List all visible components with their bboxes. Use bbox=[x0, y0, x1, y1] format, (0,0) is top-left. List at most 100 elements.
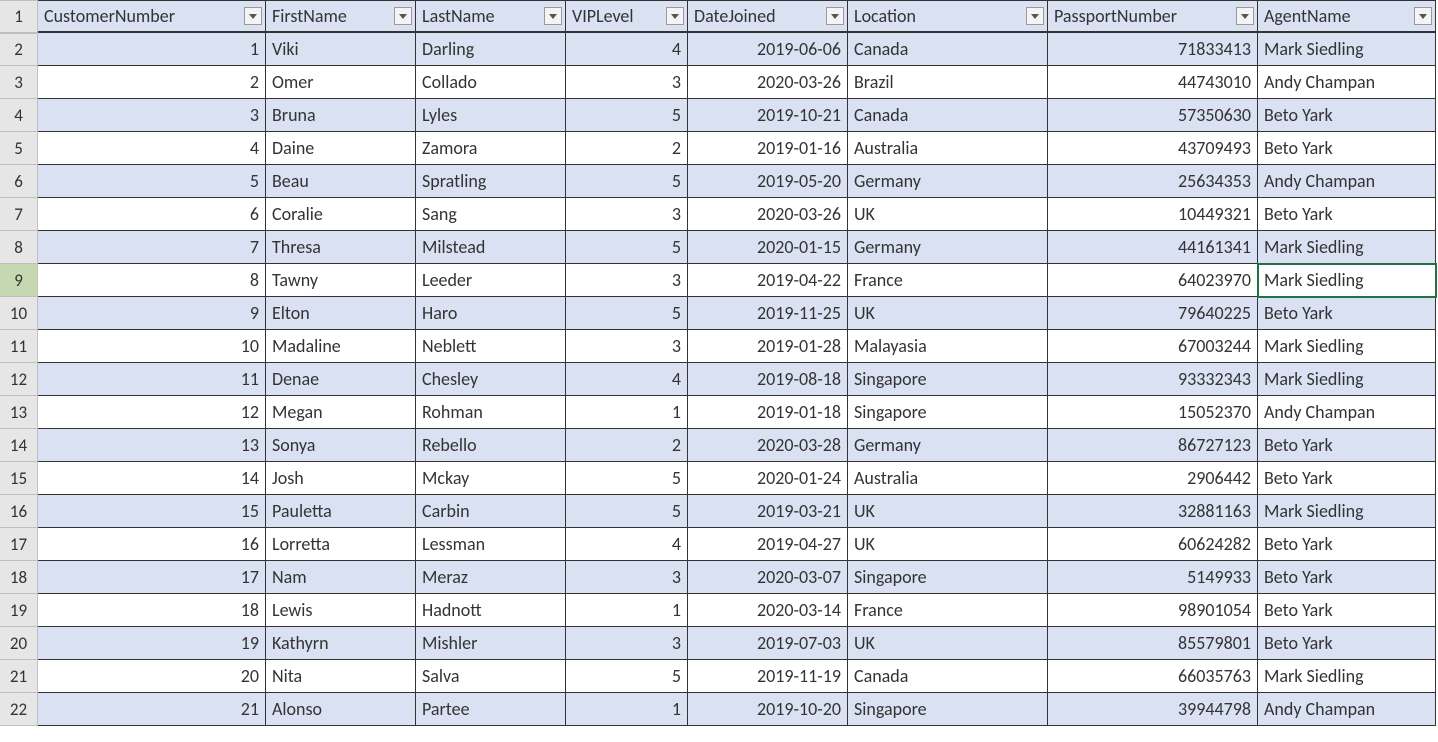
cell-date-joined[interactable]: 2019-11-19 bbox=[688, 660, 848, 693]
cell-agent-name[interactable]: Mark Siedling bbox=[1258, 495, 1436, 528]
row-number[interactable]: 2 bbox=[0, 33, 38, 66]
row-number[interactable]: 20 bbox=[0, 627, 38, 660]
cell-passport-number[interactable]: 2906442 bbox=[1048, 462, 1258, 495]
cell-vip-level[interactable]: 5 bbox=[566, 231, 688, 264]
row-number[interactable]: 9 bbox=[0, 264, 38, 297]
cell-location[interactable]: Germany bbox=[848, 165, 1048, 198]
cell-last-name[interactable]: Haro bbox=[416, 297, 566, 330]
cell-customer-number[interactable]: 5 bbox=[38, 165, 266, 198]
cell-vip-level[interactable]: 2 bbox=[566, 132, 688, 165]
cell-customer-number[interactable]: 15 bbox=[38, 495, 266, 528]
cell-customer-number[interactable]: 4 bbox=[38, 132, 266, 165]
cell-location[interactable]: UK bbox=[848, 198, 1048, 231]
cell-location[interactable]: Singapore bbox=[848, 693, 1048, 726]
cell-last-name[interactable]: Rohman bbox=[416, 396, 566, 429]
cell-first-name[interactable]: Omer bbox=[266, 66, 416, 99]
cell-date-joined[interactable]: 2020-01-15 bbox=[688, 231, 848, 264]
cell-customer-number[interactable]: 17 bbox=[38, 561, 266, 594]
row-number[interactable]: 15 bbox=[0, 462, 38, 495]
cell-first-name[interactable]: Denae bbox=[266, 363, 416, 396]
cell-date-joined[interactable]: 2020-03-07 bbox=[688, 561, 848, 594]
header-customer-number[interactable]: CustomerNumber bbox=[38, 0, 266, 33]
cell-location[interactable]: Brazil bbox=[848, 66, 1048, 99]
cell-location[interactable]: Singapore bbox=[848, 363, 1048, 396]
row-number[interactable]: 19 bbox=[0, 594, 38, 627]
row-number[interactable]: 7 bbox=[0, 198, 38, 231]
cell-passport-number[interactable]: 60624282 bbox=[1048, 528, 1258, 561]
cell-customer-number[interactable]: 7 bbox=[38, 231, 266, 264]
cell-passport-number[interactable]: 32881163 bbox=[1048, 495, 1258, 528]
filter-dropdown-icon[interactable] bbox=[544, 7, 562, 25]
cell-date-joined[interactable]: 2019-01-28 bbox=[688, 330, 848, 363]
cell-date-joined[interactable]: 2019-01-18 bbox=[688, 396, 848, 429]
cell-last-name[interactable]: Neblett bbox=[416, 330, 566, 363]
cell-location[interactable]: Malayasia bbox=[848, 330, 1048, 363]
cell-vip-level[interactable]: 3 bbox=[566, 264, 688, 297]
cell-agent-name[interactable]: Beto Yark bbox=[1258, 561, 1436, 594]
cell-first-name[interactable]: Pauletta bbox=[266, 495, 416, 528]
cell-vip-level[interactable]: 4 bbox=[566, 363, 688, 396]
cell-first-name[interactable]: Bruna bbox=[266, 99, 416, 132]
cell-first-name[interactable]: Elton bbox=[266, 297, 416, 330]
cell-passport-number[interactable]: 71833413 bbox=[1048, 33, 1258, 66]
cell-last-name[interactable]: Meraz bbox=[416, 561, 566, 594]
cell-date-joined[interactable]: 2019-11-25 bbox=[688, 297, 848, 330]
cell-date-joined[interactable]: 2019-03-21 bbox=[688, 495, 848, 528]
cell-customer-number[interactable]: 8 bbox=[38, 264, 266, 297]
cell-date-joined[interactable]: 2020-01-24 bbox=[688, 462, 848, 495]
cell-first-name[interactable]: Lewis bbox=[266, 594, 416, 627]
cell-location[interactable]: Singapore bbox=[848, 396, 1048, 429]
cell-passport-number[interactable]: 44743010 bbox=[1048, 66, 1258, 99]
filter-dropdown-icon[interactable] bbox=[666, 7, 684, 25]
row-number[interactable]: 3 bbox=[0, 66, 38, 99]
cell-vip-level[interactable]: 5 bbox=[566, 297, 688, 330]
cell-passport-number[interactable]: 79640225 bbox=[1048, 297, 1258, 330]
cell-agent-name[interactable]: Beto Yark bbox=[1258, 528, 1436, 561]
cell-passport-number[interactable]: 57350630 bbox=[1048, 99, 1258, 132]
cell-vip-level[interactable]: 1 bbox=[566, 594, 688, 627]
header-last-name[interactable]: LastName bbox=[416, 0, 566, 33]
filter-dropdown-icon[interactable] bbox=[1026, 7, 1044, 25]
cell-location[interactable]: UK bbox=[848, 528, 1048, 561]
cell-customer-number[interactable]: 14 bbox=[38, 462, 266, 495]
cell-first-name[interactable]: Josh bbox=[266, 462, 416, 495]
row-number[interactable]: 17 bbox=[0, 528, 38, 561]
row-number[interactable]: 13 bbox=[0, 396, 38, 429]
cell-first-name[interactable]: Thresa bbox=[266, 231, 416, 264]
cell-customer-number[interactable]: 6 bbox=[38, 198, 266, 231]
cell-last-name[interactable]: Zamora bbox=[416, 132, 566, 165]
cell-vip-level[interactable]: 5 bbox=[566, 462, 688, 495]
cell-vip-level[interactable]: 4 bbox=[566, 528, 688, 561]
cell-customer-number[interactable]: 18 bbox=[38, 594, 266, 627]
cell-first-name[interactable]: Nam bbox=[266, 561, 416, 594]
cell-customer-number[interactable]: 12 bbox=[38, 396, 266, 429]
cell-location[interactable]: Australia bbox=[848, 462, 1048, 495]
row-number[interactable]: 10 bbox=[0, 297, 38, 330]
cell-vip-level[interactable]: 1 bbox=[566, 396, 688, 429]
cell-customer-number[interactable]: 13 bbox=[38, 429, 266, 462]
cell-last-name[interactable]: Mckay bbox=[416, 462, 566, 495]
cell-last-name[interactable]: Darling bbox=[416, 33, 566, 66]
cell-first-name[interactable]: Viki bbox=[266, 33, 416, 66]
cell-passport-number[interactable]: 93332343 bbox=[1048, 363, 1258, 396]
cell-passport-number[interactable]: 10449321 bbox=[1048, 198, 1258, 231]
cell-passport-number[interactable]: 85579801 bbox=[1048, 627, 1258, 660]
cell-location[interactable]: Singapore bbox=[848, 561, 1048, 594]
cell-date-joined[interactable]: 2020-03-14 bbox=[688, 594, 848, 627]
cell-passport-number[interactable]: 5149933 bbox=[1048, 561, 1258, 594]
cell-vip-level[interactable]: 3 bbox=[566, 627, 688, 660]
cell-customer-number[interactable]: 16 bbox=[38, 528, 266, 561]
cell-location[interactable]: UK bbox=[848, 495, 1048, 528]
cell-customer-number[interactable]: 1 bbox=[38, 33, 266, 66]
cell-date-joined[interactable]: 2019-06-06 bbox=[688, 33, 848, 66]
cell-agent-name[interactable]: Beto Yark bbox=[1258, 198, 1436, 231]
cell-date-joined[interactable]: 2019-01-16 bbox=[688, 132, 848, 165]
cell-customer-number[interactable]: 21 bbox=[38, 693, 266, 726]
cell-location[interactable]: Germany bbox=[848, 231, 1048, 264]
cell-agent-name[interactable]: Mark Siedling bbox=[1258, 33, 1436, 66]
row-number[interactable]: 22 bbox=[0, 693, 38, 726]
cell-vip-level[interactable]: 5 bbox=[566, 165, 688, 198]
cell-date-joined[interactable]: 2019-07-03 bbox=[688, 627, 848, 660]
cell-passport-number[interactable]: 25634353 bbox=[1048, 165, 1258, 198]
cell-first-name[interactable]: Daine bbox=[266, 132, 416, 165]
